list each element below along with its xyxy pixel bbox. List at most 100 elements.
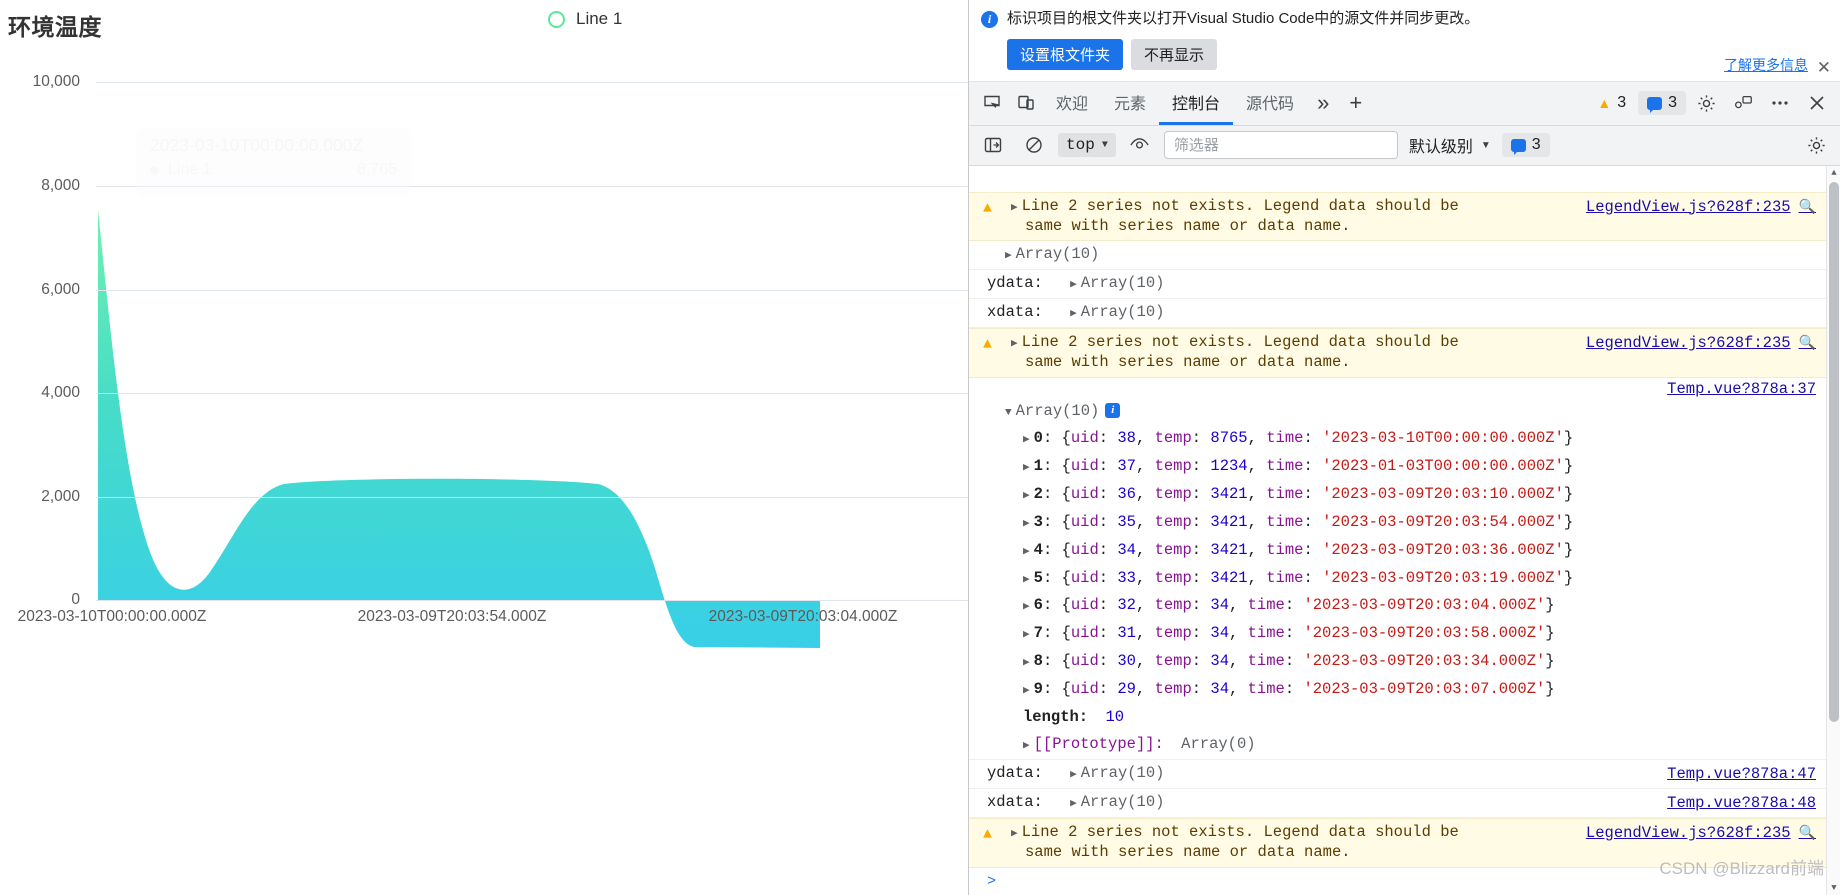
info-icon[interactable]: i	[1105, 402, 1121, 418]
console-object-row[interactable]: ydata: ▶ Array(10) Temp.vue?878a:47	[969, 760, 1826, 790]
tab-console[interactable]: 控制台	[1159, 82, 1234, 125]
expand-arrow-icon[interactable]: ▶	[1023, 656, 1030, 670]
close-devtools-icon[interactable]	[1800, 86, 1834, 120]
expand-arrow-icon[interactable]: ▶	[1023, 489, 1030, 503]
console-warning-row[interactable]: ▲ ▶ Line 2 series not exists. Legend data…	[969, 191, 1826, 242]
tooltip-series-row: Line 1 8,765	[150, 161, 397, 179]
search-icon[interactable]: 🔍	[1799, 200, 1816, 216]
filter-message-count-badge[interactable]: 3	[1501, 133, 1550, 158]
expand-arrow-icon[interactable]: ▶	[1023, 684, 1030, 698]
array-prototype-row[interactable]: ▶ [[Prototype]]: Array(0)	[969, 731, 1826, 761]
dont-show-again-button[interactable]: 不再显示	[1131, 38, 1218, 70]
array-entry-row[interactable]: ▶ 5: {uid: 33, temp: 3421, time: '2023-03…	[969, 565, 1826, 593]
source-link[interactable]: LegendView.js?628f:235 🔍	[1586, 824, 1816, 844]
entry-uid-key: uid	[1070, 540, 1099, 559]
array-entry-row[interactable]: ▶ 9: {uid: 29, temp: 34, time: '2023-03-0…	[969, 676, 1826, 704]
more-tabs-icon[interactable]: »	[1307, 82, 1339, 125]
chart-pane: 环境温度 Line 1 10,000 8,000 6,000 4,000 2,0…	[0, 0, 969, 895]
source-link[interactable]: LegendView.js?628f:235 🔍	[1586, 334, 1816, 354]
array-entry-row[interactable]: ▶ 4: {uid: 34, temp: 3421, time: '2023-03…	[969, 537, 1826, 565]
more-options-icon[interactable]	[1763, 86, 1797, 120]
expand-arrow-icon[interactable]: ▶	[1070, 768, 1077, 782]
tab-elements[interactable]: 元素	[1101, 82, 1159, 125]
console-object-row[interactable]: xdata: ▶ Array(10) Temp.vue?878a:48	[969, 789, 1826, 818]
expand-arrow-icon[interactable]: ▶	[1023, 739, 1030, 753]
console-warning-row[interactable]: ▲ ▶ Line 2 series not exists. Legend data…	[969, 327, 1826, 378]
object-label: Array(10)	[1015, 401, 1100, 420]
chevron-down-icon: ▼	[1101, 139, 1108, 151]
expand-arrow-icon[interactable]: ▶	[1023, 517, 1030, 531]
console-settings-gear-icon[interactable]	[1799, 128, 1833, 162]
expand-arrow-icon[interactable]: ▶	[1023, 461, 1030, 475]
close-banner-icon[interactable]: ✕	[1817, 59, 1831, 76]
console-object-row[interactable]: ydata: ▶ Array(10)	[969, 270, 1826, 300]
array-entry-row[interactable]: ▶ 1: {uid: 37, temp: 1234, time: '2023-01…	[969, 453, 1826, 481]
expand-arrow-icon[interactable]: ▶	[1070, 307, 1077, 321]
array-entry-row[interactable]: ▶ 3: {uid: 35, temp: 3421, time: '2023-03…	[969, 509, 1826, 537]
source-link[interactable]: Temp.vue?878a:37	[1667, 380, 1816, 400]
array-entry-row[interactable]: ▶ 6: {uid: 32, temp: 34, time: '2023-03-0…	[969, 592, 1826, 620]
source-link[interactable]: Temp.vue?878a:47	[1667, 765, 1816, 785]
source-link[interactable]: Temp.vue?878a:48	[1667, 794, 1816, 814]
tab-welcome[interactable]: 欢迎	[1043, 82, 1101, 125]
expand-arrow-icon[interactable]: ▶	[1011, 337, 1018, 351]
execution-context-select[interactable]: top ▼	[1058, 133, 1116, 158]
learn-more-link[interactable]: 了解更多信息	[1724, 55, 1808, 75]
scroll-down-icon[interactable]: ▼	[1827, 881, 1840, 895]
chart-legend[interactable]: Line 1	[548, 9, 622, 29]
set-root-folder-button[interactable]: 设置根文件夹	[1007, 38, 1124, 70]
array-entry-row[interactable]: ▶ 7: {uid: 31, temp: 34, time: '2023-03-0…	[969, 620, 1826, 648]
tab-sources[interactable]: 源代码	[1233, 82, 1307, 125]
entry-index: 4	[1033, 540, 1043, 559]
source-link[interactable]: LegendView.js?628f:235 🔍	[1586, 198, 1816, 218]
console-object-expanded-row[interactable]: ▼ Array(10) i	[969, 398, 1826, 426]
live-expression-eye-icon[interactable]	[1123, 128, 1157, 162]
warning-count-badge[interactable]: ▲ 3	[1588, 91, 1636, 116]
expand-arrow-icon[interactable]: ▶	[1023, 600, 1030, 614]
expand-arrow-icon[interactable]: ▶	[1023, 433, 1030, 447]
prototype-value: Array(0)	[1181, 735, 1256, 754]
console-sidebar-toggle-icon[interactable]	[976, 128, 1010, 162]
entry-temp-key: temp	[1154, 679, 1192, 698]
message-count-badge[interactable]: 3	[1638, 91, 1686, 116]
expand-arrow-icon[interactable]: ▶	[1070, 797, 1077, 811]
console-prompt-row[interactable]: >	[969, 868, 1826, 895]
console-object-row[interactable]: xdata: ▶ Array(10)	[969, 299, 1826, 328]
entry-time-value: '2023-03-09T20:03:58.000Z'	[1303, 624, 1546, 643]
entry-time-key: time	[1247, 624, 1285, 643]
console-scrollbar[interactable]: ▲ ▼	[1826, 165, 1840, 895]
prompt-caret-icon: >	[987, 872, 997, 890]
inspect-element-icon[interactable]	[975, 86, 1009, 120]
expand-arrow-icon[interactable]: ▶	[1005, 249, 1012, 263]
entry-time-value: '2023-03-09T20:03:34.000Z'	[1303, 652, 1546, 670]
scrollbar-thumb[interactable]	[1829, 181, 1839, 722]
expand-arrow-icon[interactable]: ▶	[1023, 628, 1030, 642]
expand-arrow-icon[interactable]: ▶	[1011, 201, 1018, 215]
console-object-row[interactable]: ▶ Array(10)	[969, 241, 1826, 271]
log-level-select[interactable]: 默认级别 ▼	[1405, 131, 1495, 159]
console-warning-row[interactable]: ▲ ▶ Line 2 series not exists. Legend data…	[969, 817, 1826, 868]
entry-temp-value: 3421	[1210, 512, 1248, 531]
settings-gear-icon[interactable]	[1689, 86, 1723, 120]
scroll-up-icon[interactable]: ▲	[1827, 166, 1840, 180]
collapse-arrow-icon[interactable]: ▼	[1005, 406, 1012, 420]
expand-arrow-icon[interactable]: ▶	[1011, 827, 1018, 841]
device-toolbar-icon[interactable]	[1009, 86, 1043, 120]
y-tick: 10,000	[32, 73, 80, 90]
expand-arrow-icon[interactable]: ▶	[1070, 278, 1077, 292]
search-icon[interactable]: 🔍	[1799, 336, 1816, 352]
filter-input[interactable]	[1163, 131, 1398, 160]
array-entry-row[interactable]: ▶ 8: {uid: 30, temp: 34, time: '2023-03-0…	[969, 648, 1826, 676]
warning-triangle-icon: ▲	[983, 825, 993, 843]
add-panel-icon[interactable]: +	[1339, 82, 1372, 125]
console-log-container[interactable]: ▲ ▶ Line 2 series not exists. Legend data…	[969, 165, 1840, 895]
array-entry-row[interactable]: ▶ 0: {uid: 38, temp: 8765, time: '2023-03…	[969, 425, 1826, 453]
app-root: 环境温度 Line 1 10,000 8,000 6,000 4,000 2,0…	[0, 0, 1840, 895]
expand-arrow-icon[interactable]: ▶	[1023, 573, 1030, 587]
array-entry-row[interactable]: ▶ 2: {uid: 36, temp: 3421, time: '2023-03…	[969, 481, 1826, 509]
entry-time-key: time	[1247, 652, 1285, 670]
customize-devtools-icon[interactable]	[1726, 86, 1760, 120]
expand-arrow-icon[interactable]: ▶	[1023, 545, 1030, 559]
clear-console-icon[interactable]	[1017, 128, 1051, 162]
search-icon[interactable]: 🔍	[1799, 826, 1816, 842]
